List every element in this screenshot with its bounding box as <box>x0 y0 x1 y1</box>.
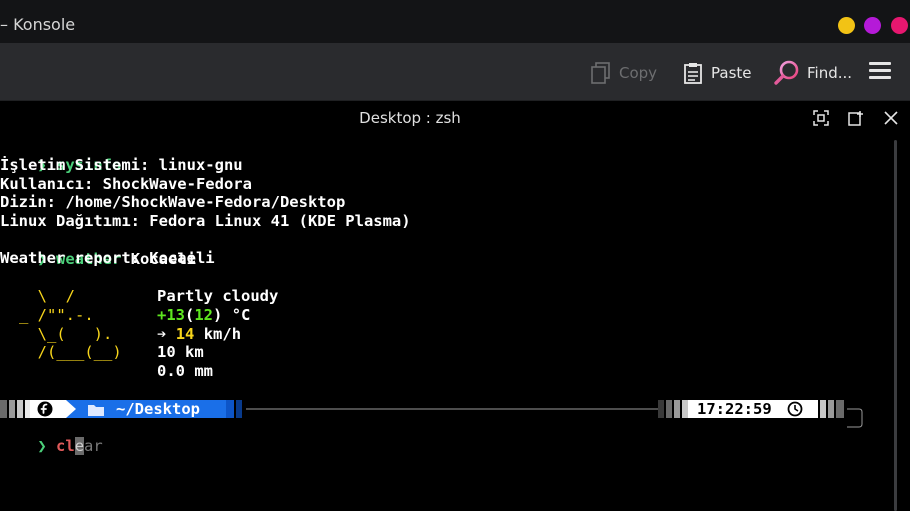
terminal-output[interactable]: ❯ sysinfo İşletim Sistemi: linux-gnu Kul… <box>0 135 880 511</box>
wind-unit: km/h <box>203 325 242 343</box>
clock-icon <box>787 401 803 417</box>
temp-unit: °C <box>231 306 251 324</box>
weather-art-line: \_( ). <box>19 325 113 343</box>
wind-speed: 14 <box>175 325 195 343</box>
copy-label: Copy <box>619 64 658 82</box>
prompt-time: 17:22:59 <box>697 400 772 418</box>
weather-art-line: _ /"".-. <box>19 306 94 324</box>
terminal-scrollbar[interactable] <box>892 140 900 511</box>
window-title: – Konsole <box>0 15 76 34</box>
copy-icon <box>591 62 611 84</box>
folder-icon <box>87 402 105 416</box>
hamburger-menu-icon <box>869 61 891 83</box>
prompt-symbol: ❯ <box>37 436 47 455</box>
paste-label: Paste <box>711 64 752 82</box>
paste-icon <box>683 62 703 84</box>
fullscreen-icon[interactable] <box>813 110 829 126</box>
find-icon <box>773 60 799 86</box>
temp-current: +13 <box>157 306 185 324</box>
autosuggestion: ar <box>84 436 103 455</box>
weather-precipitation: 0.0 mm <box>157 362 213 380</box>
powerline-prompt: ~/Desktop 17:22:59 <box>0 400 850 418</box>
terminal-tab-header: Desktop : zsh <box>0 101 910 135</box>
weather-header: Weather report: Kocaeli <box>0 249 215 267</box>
weather-art-line: /(___(__) <box>19 343 122 361</box>
sysinfo-line: İşletim Sistemi: linux-gnu <box>0 156 243 174</box>
temp-feels: 12 <box>194 306 214 324</box>
close-window-button[interactable] <box>891 17 908 34</box>
weather-temperature: +13(12) °C <box>157 306 251 324</box>
find-label: Find... <box>807 64 853 82</box>
weather-visibility: 10 km <box>157 343 204 361</box>
toolbar: Copy Paste Find... <box>0 43 910 101</box>
typed-text: cl <box>56 436 75 455</box>
sysinfo-line: Dizin: /home/ShockWave-Fedora/Desktop <box>0 193 346 211</box>
copy-button[interactable]: Copy <box>591 60 657 86</box>
tab-title: Desktop : zsh <box>359 109 461 127</box>
prompt-path: ~/Desktop <box>116 400 200 418</box>
prompt-connector <box>847 408 863 428</box>
close-icon[interactable] <box>883 110 899 126</box>
wind-arrow-icon: ➔ <box>157 325 167 343</box>
weather-condition: Partly cloudy <box>157 287 279 305</box>
find-button[interactable]: Find... <box>773 60 852 86</box>
command-line: ❯ weather Kocaeli <box>0 231 196 268</box>
input-line[interactable]: ❯ clear <box>0 418 103 455</box>
weather-art-line: \ / <box>19 287 75 305</box>
sysinfo-line: Kullanıcı: ShockWave-Fedora <box>0 175 252 193</box>
text-cursor: e <box>74 436 85 455</box>
sysinfo-line: Linux Dağıtımı: Fedora Linux 41 (KDE Pla… <box>0 212 411 230</box>
command-line: ❯ sysinfo <box>0 137 121 174</box>
maximize-button[interactable] <box>864 17 881 34</box>
new-tab-icon[interactable] <box>848 110 864 126</box>
hamburger-menu-button[interactable] <box>869 61 891 83</box>
scrollbar-thumb[interactable] <box>894 140 897 511</box>
minimize-button[interactable] <box>838 17 855 34</box>
fedora-icon <box>37 401 53 417</box>
paste-button[interactable]: Paste <box>683 60 752 86</box>
weather-wind: ➔ 14 km/h <box>157 325 241 344</box>
